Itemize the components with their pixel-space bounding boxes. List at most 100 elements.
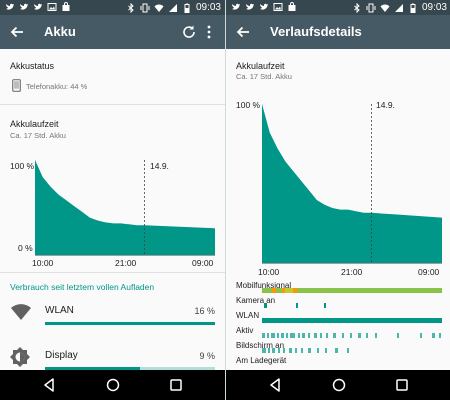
bluetooth-icon (128, 2, 134, 13)
chart-x-tick: 09:00 (418, 267, 440, 277)
page-title: Akku (44, 24, 76, 39)
nav-home-icon[interactable] (331, 377, 347, 393)
chart-x-tick: 10:00 (258, 267, 280, 277)
event-segment (262, 348, 266, 353)
vibrate-icon (140, 3, 150, 12)
screen-on-track (262, 348, 442, 353)
event-segment (439, 333, 441, 338)
event-segment (308, 348, 311, 353)
refresh-icon[interactable] (181, 24, 197, 40)
event-label: Aktiv (236, 326, 254, 335)
nav-recents-icon[interactable] (394, 377, 410, 393)
event-segment (298, 333, 300, 338)
usage-item-percent: 9 % (199, 351, 215, 361)
runtime-heading: Akkulaufzeit (236, 61, 285, 71)
event-label: Am Ladegerät (236, 356, 287, 365)
battery-level-area (262, 104, 442, 264)
battery-screen: 09:03 Akku Akkustatus Telefonakku: 44 % … (0, 0, 225, 400)
battery-icon (410, 3, 416, 13)
battery-history-chart (262, 104, 442, 264)
image-icon (47, 3, 57, 11)
event-segment (420, 333, 422, 338)
nav-back-icon[interactable] (267, 377, 283, 393)
event-segment (301, 348, 303, 353)
wifi-icon (380, 3, 390, 12)
event-segment (432, 333, 435, 338)
cell-signal-icon (168, 3, 177, 12)
wifi-icon (154, 3, 164, 12)
event-segment (326, 333, 328, 338)
event-segment (286, 333, 288, 338)
usage-item-label: WLAN (45, 305, 74, 316)
navigation-bar (226, 370, 450, 400)
event-segment (268, 348, 270, 353)
back-arrow-icon[interactable] (234, 23, 252, 41)
event-segment (302, 333, 305, 338)
wlan-track (262, 318, 442, 323)
event-segment (290, 333, 295, 338)
chart-y-max-label: 100 % (236, 100, 261, 110)
event-segment (267, 333, 269, 338)
phone-icon (12, 79, 21, 92)
event-label: WLAN (236, 311, 260, 320)
event-segment (335, 348, 338, 353)
event-segment (347, 348, 349, 353)
event-segment (295, 348, 297, 353)
event-segment (272, 348, 275, 353)
event-segment (366, 333, 368, 338)
event-segment (289, 348, 292, 353)
image-icon (273, 3, 283, 11)
status-bar: 09:03 (0, 0, 225, 15)
usage-item-percent: 16 % (194, 306, 215, 316)
twitter-icon (34, 3, 42, 10)
event-segment (271, 333, 275, 338)
shopping-bag-icon (62, 2, 70, 11)
twitter-icon (246, 3, 254, 10)
twitter-icon (232, 3, 240, 10)
navigation-bar (0, 370, 225, 400)
more-vert-icon[interactable] (201, 24, 217, 40)
phone-battery-level: Telefonakku: 44 % (26, 82, 88, 91)
back-arrow-icon[interactable] (8, 23, 26, 41)
event-segment (333, 333, 336, 338)
nav-recents-icon[interactable] (168, 377, 184, 393)
event-segment (358, 333, 361, 338)
event-segment (320, 333, 322, 338)
runtime-estimate: Ca. 17 Std. Akku (10, 131, 66, 140)
usage-item-label: Display (45, 350, 78, 361)
chart-x-tick: 21:00 (115, 258, 137, 268)
twitter-icon (6, 3, 14, 10)
shopping-bag-icon (288, 2, 296, 11)
event-segment (375, 333, 377, 338)
app-bar: Verlaufsdetails (226, 15, 450, 49)
event-segment (397, 333, 399, 338)
event-segment (308, 333, 310, 338)
wifi-icon (11, 304, 31, 320)
runtime-heading: Akkulaufzeit (10, 119, 59, 129)
nav-back-icon[interactable] (41, 377, 57, 393)
nav-home-icon[interactable] (105, 377, 121, 393)
twitter-icon (260, 3, 268, 10)
battery-level-area (35, 160, 215, 256)
divider (0, 272, 225, 273)
event-segment (342, 333, 344, 338)
event-segment (277, 333, 279, 338)
battery-status-heading: Akkustatus (10, 61, 55, 71)
event-segment (278, 348, 280, 353)
event-segment (350, 333, 352, 338)
chart-x-tick: 10:00 (32, 258, 54, 268)
event-segment (314, 333, 317, 338)
usage-bar (45, 322, 215, 325)
twitter-icon (20, 3, 28, 10)
battery-icon (184, 3, 190, 13)
bluetooth-icon (354, 2, 360, 13)
runtime-estimate: Ca. 17 Std. Akku (236, 72, 292, 81)
chart-y-min-label: 0 % (18, 243, 33, 253)
event-segment (317, 348, 319, 353)
vibrate-icon (366, 3, 376, 12)
event-segment (325, 348, 327, 353)
event-segment (283, 348, 285, 353)
status-bar: 09:03 (226, 0, 450, 15)
app-bar: Akku (0, 15, 225, 49)
event-segment (262, 333, 265, 338)
